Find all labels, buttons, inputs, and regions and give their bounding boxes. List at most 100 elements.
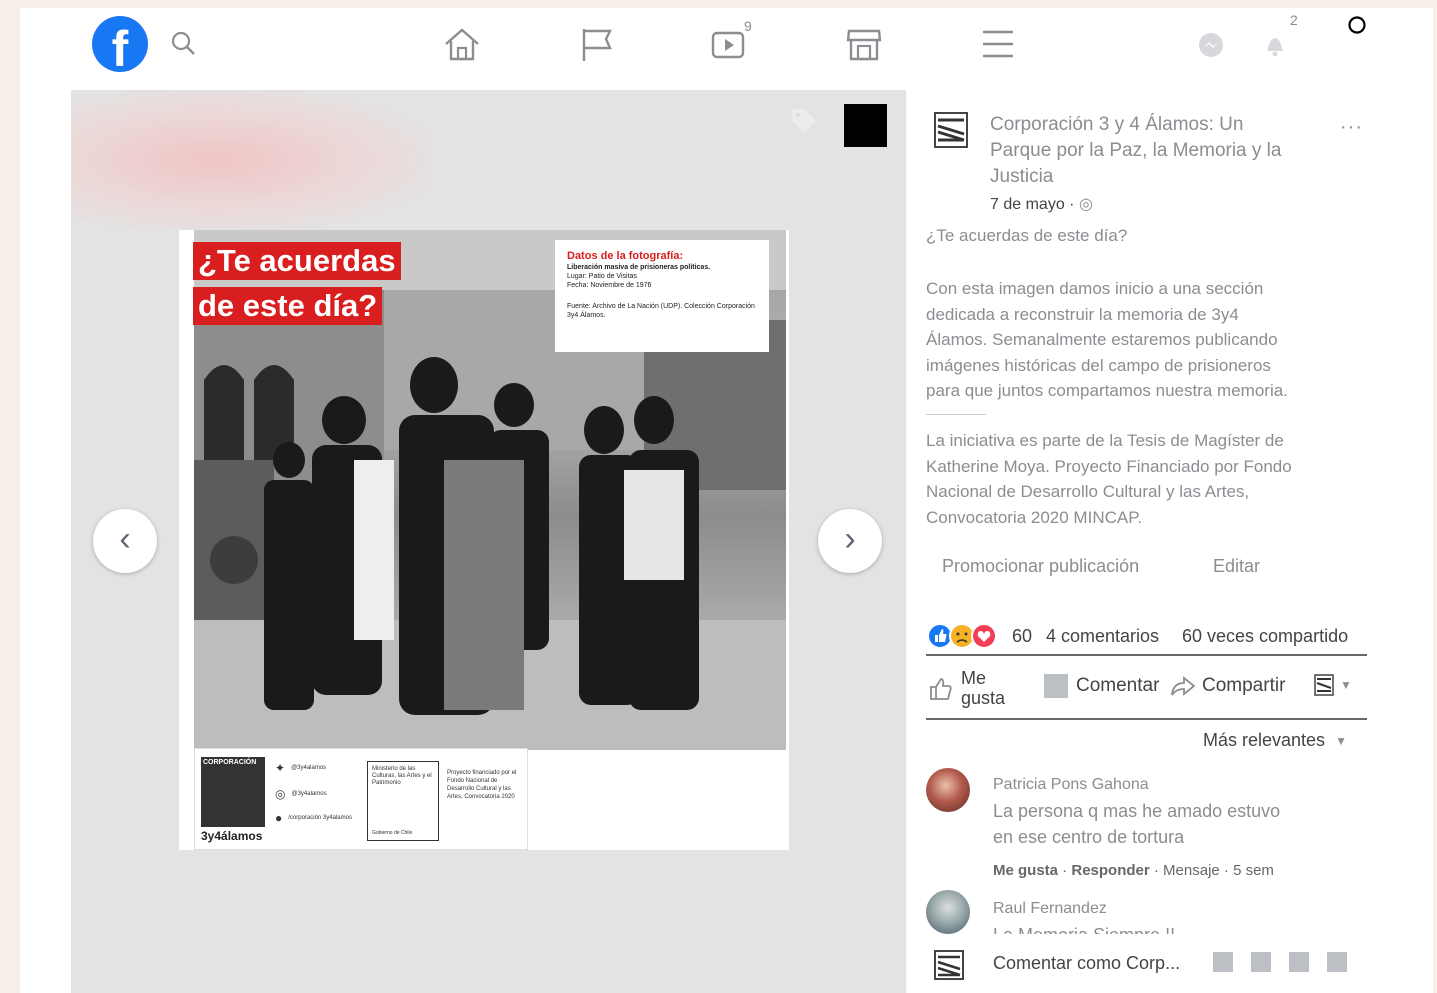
sticker-icon[interactable] (1327, 952, 1347, 972)
comment-text: La persona q mas he amado estuvo en ese … (993, 798, 1280, 850)
credits-twitter-text: @3y4alamos (291, 765, 327, 771)
post-text-paragraph-2: La iniciativa es parte de la Tesis de Ma… (926, 428, 1292, 530)
ministry-logo: Ministerio de las Culturas, las Artes y … (367, 761, 439, 841)
previous-photo-button[interactable]: ‹ (93, 509, 157, 573)
comment-sort-dropdown[interactable]: Más relevantes ▼ (1203, 730, 1347, 751)
home-icon[interactable] (442, 26, 482, 62)
comment-text-line: en ese centro de tortura (993, 827, 1185, 847)
comment-sort-label: Más relevantes (1203, 730, 1326, 750)
ministry-logo-text: Ministerio de las Culturas, las Artes y … (372, 766, 432, 786)
post-text-line: La iniciativa es parte de la Tesis de Ma… (926, 431, 1284, 450)
post-sidebar: Corporación 3 y 4 Álamos: Un Parque por … (906, 90, 1433, 993)
fullscreen-button[interactable] (844, 104, 887, 147)
post-text-line: imágenes históricas del campo de prision… (926, 355, 1271, 375)
comment-icon (1044, 674, 1068, 698)
photo-title-line-1: ¿Te acuerdas (193, 242, 401, 280)
camera-icon[interactable] (1251, 952, 1271, 972)
comment-meta: · Mensaje · 5 sem (1153, 862, 1274, 879)
post-text-line: para que juntos compartamos nuestra memo… (926, 381, 1288, 400)
credits-facebook: ● /corporación 3y4alamos (275, 811, 355, 825)
post-text-line: Con esta imagen damos inicio a una secci… (926, 279, 1264, 298)
credits-facebook-text: /corporación 3y4alamos (288, 815, 352, 821)
commenter-avatar[interactable] (926, 890, 970, 934)
top-navigation-bar: f 9 2 (20, 8, 1433, 86)
like-label: Me gusta (961, 668, 1005, 708)
post-photo[interactable]: ¿Te acuerdas de este día? Datos de la fo… (179, 230, 789, 850)
comment-label: Comentar (1076, 675, 1160, 696)
search-icon[interactable] (170, 30, 198, 58)
post-date-text: 7 de mayo · (990, 196, 1075, 213)
shares-count[interactable]: 60 veces compartido (1182, 626, 1348, 647)
comment-reply-button[interactable]: Responder (1071, 862, 1149, 879)
promote-post-button[interactable]: Promocionar publicación (942, 556, 1139, 577)
photo-data-subtitle: Liberación masiva de prisioneras polític… (567, 264, 711, 271)
facebook-small-icon: ● (275, 811, 283, 825)
comment-actions: Me gusta · Responder · Mensaje · 5 sem (993, 862, 1274, 879)
facebook-window: f 9 2 ¿Te acuerdas de este día? Datos de… (20, 8, 1433, 993)
account-circle-icon[interactable] (1346, 14, 1368, 36)
corporacion-logo-name: 3y4álamos (201, 829, 263, 843)
post-as-selector[interactable]: ▼ (1314, 674, 1352, 696)
page-name-line-1: Corporación 3 y 4 Álamos: Un (990, 114, 1244, 135)
photo-data-title: Datos de la fotografía: (567, 250, 684, 262)
reactions-count[interactable]: 60 (1012, 626, 1032, 647)
photo-data-date: Fecha: Noviembre de 1976 (567, 282, 652, 289)
page-mini-avatar-icon (1314, 674, 1334, 696)
menu-icon[interactable] (978, 26, 1018, 62)
reactions-summary[interactable] (926, 621, 1006, 651)
comment-input[interactable]: Comentar como Corp... (993, 953, 1180, 974)
bell-icon[interactable] (1260, 30, 1290, 60)
credits-twitter: ✦ @3y4alamos (275, 761, 326, 775)
photo-viewer: ¿Te acuerdas de este día? Datos de la fo… (71, 90, 906, 993)
ministry-logo-footer: Gobierno de Chile (372, 830, 413, 836)
post-text-paragraph-1: Con esta imagen damos inicio a una secci… (926, 276, 1288, 404)
next-photo-button[interactable]: › (818, 509, 882, 573)
share-icon (1171, 676, 1196, 696)
emoji-icon[interactable] (1213, 952, 1233, 972)
marketplace-icon[interactable] (844, 26, 884, 62)
messenger-icon[interactable] (1196, 30, 1226, 60)
twitter-icon: ✦ (275, 761, 286, 775)
like-label-line-1: Me (961, 668, 987, 688)
share-button[interactable]: Compartir (1170, 674, 1285, 698)
comment-text-truncated: La Memoria Siempre !! (993, 922, 1175, 934)
comment-author[interactable]: Patricia Pons Gahona (993, 776, 1149, 794)
commenter-avatar[interactable] (926, 768, 970, 812)
chevron-down-icon: ▼ (1340, 678, 1352, 692)
comments-count[interactable]: 4 comentarios (1046, 626, 1159, 647)
comment-author[interactable]: Raul Fernandez (993, 900, 1107, 918)
chevron-down-icon: ▼ (1335, 733, 1347, 748)
comment-text-line: La persona q mas he amado estuvo (993, 801, 1281, 821)
page-name-line-3: Justicia (990, 166, 1054, 187)
actions-divider (926, 718, 1367, 720)
credits-project-text: Proyecto financiado por el Fondo Naciona… (447, 770, 517, 800)
corporacion-logo: CORPORACIÓN (201, 757, 265, 827)
facebook-logo[interactable]: f (92, 16, 148, 72)
edit-post-button[interactable]: Editar (1213, 556, 1260, 577)
page-avatar[interactable] (934, 112, 968, 148)
page-name[interactable]: Corporación 3 y 4 Álamos: Un Parque por … (990, 112, 1281, 190)
post-text-line: dedicada a reconstruir la memoria de 3y4 (926, 304, 1239, 324)
video-badge: 9 (744, 18, 752, 34)
gif-icon[interactable] (1289, 952, 1309, 972)
corporacion-logo-top: CORPORACIÓN (203, 759, 257, 766)
globe-icon: ◎ (1078, 196, 1093, 213)
text-separator (926, 414, 986, 415)
credits-instagram: ◎ @3y4alamos (275, 787, 327, 801)
page-name-line-2: Parque por la Paz, la Memoria y la (990, 140, 1282, 161)
reactions-divider (926, 654, 1367, 656)
reaction-icons (927, 623, 997, 649)
photo-data-source: Fuente: Archivo de La Nación (UDP). Cole… (567, 303, 755, 319)
background-blur (71, 90, 431, 230)
post-text-line: Nacional de Desarrollo Cultural y las Ar… (926, 482, 1250, 501)
share-label: Compartir (1202, 675, 1286, 696)
flag-icon[interactable] (578, 26, 618, 62)
comment-like-button[interactable]: Me gusta (993, 862, 1058, 879)
post-date[interactable]: 7 de mayo · ◎ (990, 194, 1093, 214)
post-text-line: Convocatoria 2020 MINCAP. (926, 507, 1143, 527)
comment-button[interactable]: Comentar (1044, 674, 1159, 698)
like-label-line-2: gusta (961, 688, 1006, 708)
post-options-button[interactable]: ··· (1340, 116, 1363, 139)
like-button[interactable]: Me gusta (926, 664, 1026, 714)
tag-icon[interactable] (789, 106, 819, 136)
